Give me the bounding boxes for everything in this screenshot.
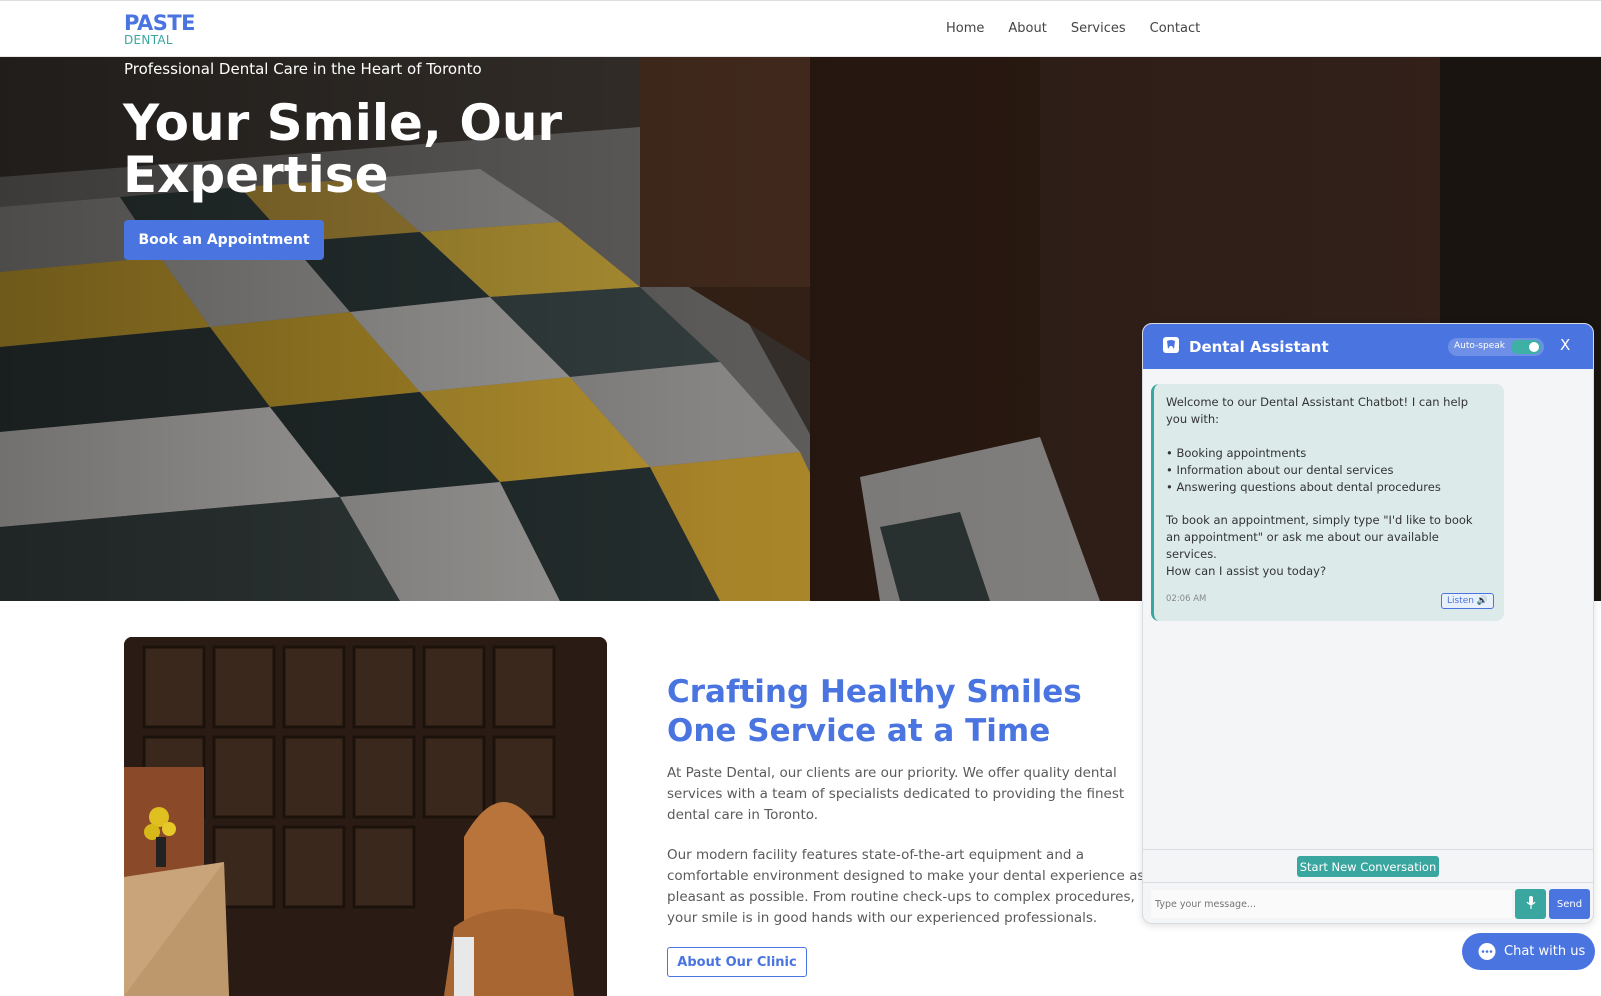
about-our-clinic-button[interactable]: About Our Clinic — [667, 947, 807, 977]
bot-message-bullet-2: • Information about our dental services — [1166, 463, 1394, 477]
nav-link-contact[interactable]: Contact — [1150, 21, 1201, 36]
nav-link-about[interactable]: About — [1008, 21, 1046, 36]
start-new-conversation-button[interactable]: Start New Conversation — [1297, 856, 1439, 877]
bot-message-bullet-1: • Booking appointments — [1166, 446, 1307, 460]
brand-logo[interactable]: PASTE DENTAL — [124, 11, 196, 47]
chat-message-input[interactable] — [1151, 890, 1512, 918]
nav-link-services[interactable]: Services — [1071, 21, 1126, 36]
message-timestamp: 02:06 AM — [1166, 594, 1207, 604]
bot-message-intro: Welcome to our Dental Assistant Chatbot!… — [1166, 395, 1469, 426]
book-appointment-button[interactable]: Book an Appointment — [124, 220, 324, 260]
bot-message-booking: To book an appointment, simply type "I'd… — [1166, 513, 1473, 561]
chat-divider — [1143, 882, 1593, 883]
chat-launcher-label: Chat with us — [1504, 944, 1586, 959]
brand-logo-line1: PASTE — [124, 11, 196, 35]
chat-with-us-button[interactable]: Chat with us — [1462, 933, 1595, 970]
chat-header: Dental Assistant Auto-speak X — [1143, 324, 1593, 369]
chat-title: Dental Assistant — [1189, 338, 1329, 356]
tooth-chat-icon — [1163, 337, 1179, 353]
chat-close-button[interactable]: X — [1560, 336, 1570, 354]
hero-subtitle: Professional Dental Care in the Heart of… — [124, 60, 482, 78]
clinic-interior-illustration — [124, 637, 607, 996]
bot-message-bullet-3: • Answering questions about dental proce… — [1166, 480, 1441, 494]
about-paragraph-2: Our modern facility features state-of-th… — [667, 847, 1145, 926]
chat-panel: Dental Assistant Auto-speak X Welcome to… — [1142, 323, 1594, 924]
auto-speak-label: Auto-speak — [1454, 341, 1505, 351]
about-paragraph-1: At Paste Dental, our clients are our pri… — [667, 765, 1125, 823]
about-section-title: Crafting Healthy Smiles One Service at a… — [667, 674, 1082, 749]
bot-message-question: How can I assist you today? — [1166, 564, 1327, 578]
microphone-button[interactable] — [1515, 889, 1546, 919]
listen-button[interactable]: Listen 🔊 — [1441, 593, 1494, 609]
chat-divider — [1143, 849, 1593, 850]
bot-message-bubble: Welcome to our Dental Assistant Chatbot!… — [1151, 384, 1504, 621]
send-button[interactable]: Send — [1549, 889, 1590, 919]
main-nav: Home About Services Contact — [946, 21, 1200, 36]
nav-link-home[interactable]: Home — [946, 21, 984, 36]
microphone-icon — [1526, 895, 1535, 909]
clinic-interior-image — [124, 637, 607, 996]
auto-speak-toggle[interactable]: Auto-speak — [1448, 338, 1544, 356]
auto-speak-knob — [1529, 342, 1539, 352]
chat-bubble-icon — [1478, 943, 1496, 960]
hero-title: Your Smile, Our Expertise — [123, 94, 563, 204]
top-nav-bar: PASTE DENTAL Home About Services Contact — [0, 0, 1601, 57]
brand-logo-line2: DENTAL — [124, 33, 173, 47]
auto-speak-switch[interactable] — [1511, 340, 1541, 354]
